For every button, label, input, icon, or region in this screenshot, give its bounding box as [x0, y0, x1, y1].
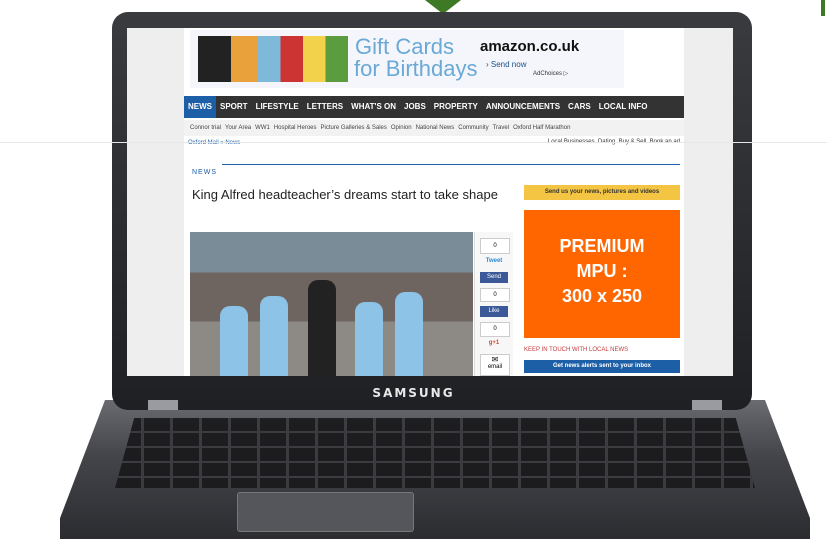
- breadcrumb[interactable]: Oxford Mail » News: [188, 140, 240, 146]
- nav-item-news[interactable]: NEWS: [184, 96, 216, 118]
- laptop-screen: Gift Cards for Birthdays amazon.co.uk › …: [127, 28, 733, 376]
- share-count: 0: [480, 238, 510, 254]
- subnav-item[interactable]: Your Area: [225, 125, 251, 131]
- section-rule: [222, 164, 680, 165]
- subnav-item[interactable]: Community: [458, 125, 488, 131]
- nav-item-announcements[interactable]: ANNOUNCEMENTS: [482, 96, 564, 118]
- corner-bar: [821, 0, 825, 16]
- photo-figure: [395, 292, 423, 376]
- share-panel: 0 Tweet Send 0 Like 0 g+1 ✉ email: [474, 232, 513, 376]
- tweet-button[interactable]: Tweet: [480, 258, 508, 264]
- horizontal-guide-line: [0, 142, 827, 143]
- envelope-icon: ✉: [491, 355, 499, 364]
- article-photo[interactable]: [190, 232, 473, 376]
- mpu-line-3: 300 x 250: [561, 286, 643, 306]
- subnav-item[interactable]: WW1: [255, 125, 270, 131]
- section-label: NEWS: [192, 169, 217, 176]
- nav-item-jobs[interactable]: JOBS: [400, 96, 430, 118]
- section-header: NEWS: [192, 161, 682, 176]
- adchoices-link[interactable]: AdChoices ▷: [533, 70, 568, 77]
- gplus-button[interactable]: g+1: [480, 340, 508, 346]
- ad-send-now-link[interactable]: › Send now: [486, 60, 526, 69]
- nav-item-lifestyle[interactable]: LIFESTYLE: [252, 96, 303, 118]
- subnav-item[interactable]: Oxford Half Marathon: [513, 125, 570, 131]
- keyboard-rows: [115, 418, 755, 488]
- email-button[interactable]: ✉ email: [480, 354, 510, 376]
- subnav-item[interactable]: Opinion: [391, 125, 412, 131]
- keep-in-touch-heading: KEEP IN TOUCH WITH LOCAL NEWS: [524, 347, 629, 353]
- article-title: King Alfred headteacher’s dreams start t…: [192, 187, 498, 202]
- nav-item-local-info[interactable]: LOCAL INFO: [595, 96, 652, 118]
- photo-figure: [220, 306, 248, 376]
- nav-item-whats-on[interactable]: WHAT'S ON: [347, 96, 400, 118]
- photo-figure: [260, 296, 288, 376]
- email-label: email: [487, 364, 503, 370]
- hinge-right: [692, 400, 722, 410]
- gplus-count: 0: [480, 322, 510, 337]
- hinge-left: [148, 400, 178, 410]
- nav-item-property[interactable]: PROPERTY: [430, 96, 482, 118]
- ad-headline-2: for Birthdays: [354, 56, 478, 81]
- mpu-line-1: PREMIUM: [559, 236, 645, 256]
- photo-figure: [308, 280, 336, 376]
- send-news-button[interactable]: Send us your news, pictures and videos: [524, 185, 680, 200]
- sub-nav: Connor trial Your Area WW1 Hospital Heroes P…: [184, 120, 684, 136]
- news-alerts-button[interactable]: Get news alerts sent to your inbox: [524, 360, 680, 373]
- touchpad: [237, 492, 414, 532]
- main-nav: NEWS SPORT LIFESTYLE LETTERS WHAT'S ON JOBS PR…: [184, 96, 684, 118]
- breadcrumb-row: Oxford Mail » News Local Businesses Dati…: [184, 137, 684, 151]
- nav-item-letters[interactable]: LETTERS: [303, 96, 347, 118]
- subnav-item[interactable]: National News: [416, 125, 455, 131]
- premium-mpu-ad[interactable]: PREMIUM MPU : 300 x 250: [524, 210, 680, 338]
- mpu-line-2: MPU :: [576, 261, 628, 281]
- nav-item-sport[interactable]: SPORT: [216, 96, 252, 118]
- facebook-send-button[interactable]: Send: [480, 272, 508, 283]
- subnav-item[interactable]: Travel: [493, 125, 509, 131]
- laptop-brand: SAMSUNG: [372, 386, 455, 400]
- facebook-like-button[interactable]: Like: [480, 306, 508, 317]
- subnav-item[interactable]: Picture Galleries & Sales: [321, 125, 387, 131]
- like-count: 0: [480, 288, 510, 302]
- banner-ad[interactable]: Gift Cards for Birthdays amazon.co.uk › …: [190, 30, 624, 88]
- ad-advertiser: amazon.co.uk: [480, 38, 580, 55]
- nav-item-cars[interactable]: CARS: [564, 96, 595, 118]
- subnav-item[interactable]: Hospital Heroes: [274, 125, 317, 131]
- photo-figure: [355, 302, 383, 376]
- gift-cards-image: [198, 36, 348, 82]
- subnav-item[interactable]: Connor trial: [190, 125, 221, 131]
